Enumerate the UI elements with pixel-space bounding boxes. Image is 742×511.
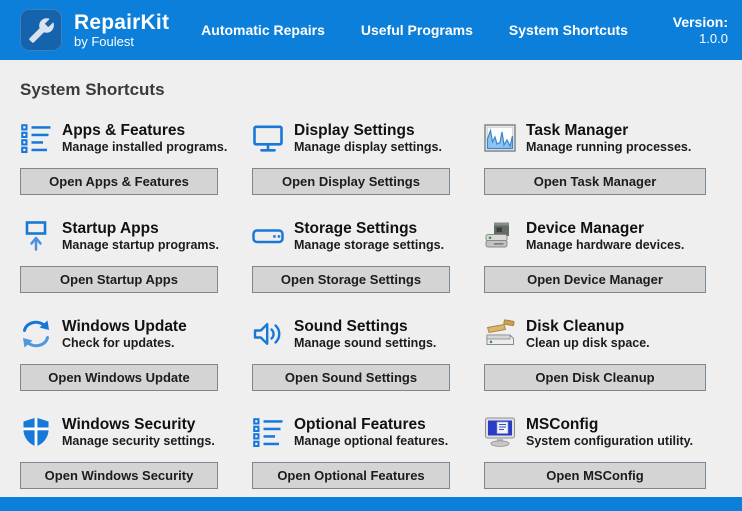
performance-graph-icon: [484, 122, 516, 154]
shortcut-title: Device Manager: [526, 219, 645, 237]
shortcut-card: Disk Cleanup Clean up disk space. Open D…: [484, 316, 706, 391]
shortcut-title: Startup Apps: [62, 219, 159, 237]
brand-byline: by Foulest: [74, 34, 134, 49]
shortcut-title: Display Settings: [294, 121, 415, 139]
shortcut-description: Clean up disk space.: [526, 335, 650, 350]
wrench-icon: [28, 17, 55, 44]
app-header: RepairKit by Foulest Automatic Repairs U…: [0, 0, 742, 60]
speaker-icon: [252, 318, 284, 350]
shortcut-card: Optional Features Manage optional featur…: [252, 414, 450, 489]
version-info: Version: 1.0.0: [673, 13, 728, 47]
shortcut-card: Windows Update Check for updates. Open W…: [20, 316, 218, 391]
msconfig-monitor-icon: [484, 416, 516, 448]
open-display-settings-button[interactable]: Open Display Settings: [252, 168, 450, 195]
footer-bar: [0, 497, 742, 511]
main-nav: Automatic Repairs Useful Programs System…: [201, 22, 628, 38]
open-apps-features-button[interactable]: Open Apps & Features: [20, 168, 218, 195]
shortcut-card: Windows Security Manage security setting…: [20, 414, 218, 489]
shortcut-description: Check for updates.: [62, 335, 175, 350]
shortcut-description: Manage startup programs.: [62, 237, 219, 252]
shortcut-title: Optional Features: [294, 415, 426, 433]
shortcut-title: Windows Update: [62, 317, 187, 335]
shortcut-card: Startup Apps Manage startup programs. Op…: [20, 218, 219, 293]
shortcut-title: Disk Cleanup: [526, 317, 625, 335]
shortcut-card: Display Settings Manage display settings…: [252, 120, 450, 195]
nav-automatic-repairs[interactable]: Automatic Repairs: [201, 22, 325, 38]
open-startup-apps-button[interactable]: Open Startup Apps: [20, 266, 218, 293]
shortcut-card: Apps & Features Manage installed program…: [20, 120, 227, 195]
shortcut-title: Task Manager: [526, 121, 629, 139]
version-label: Version:: [672, 14, 728, 30]
shortcut-title: Sound Settings: [294, 317, 408, 335]
list-icon: [20, 122, 52, 154]
open-sound-settings-button[interactable]: Open Sound Settings: [252, 364, 450, 391]
shortcut-description: Manage display settings.: [294, 139, 442, 154]
hardware-icon: [484, 220, 516, 252]
shortcut-card: MSConfig System configuration utility. O…: [484, 414, 706, 489]
disk-brush-icon: [484, 318, 516, 350]
shortcut-description: Manage storage settings.: [294, 237, 445, 252]
shortcut-card: Storage Settings Manage storage settings…: [252, 218, 450, 293]
nav-useful-programs[interactable]: Useful Programs: [361, 22, 473, 38]
shortcut-card: Task Manager Manage running processes. O…: [484, 120, 706, 195]
drive-icon: [252, 220, 284, 252]
shield-icon: [20, 416, 52, 448]
page-title: System Shortcuts: [20, 80, 165, 99]
shortcut-title: Apps & Features: [62, 121, 186, 139]
open-windows-update-button[interactable]: Open Windows Update: [20, 364, 218, 391]
version-value: 1.0.0: [699, 31, 728, 46]
shortcut-description: Manage security settings.: [62, 433, 215, 448]
open-windows-security-button[interactable]: Open Windows Security: [20, 462, 218, 489]
shortcut-description: Manage running processes.: [526, 139, 692, 154]
monitor-icon: [252, 122, 284, 154]
open-task-manager-button[interactable]: Open Task Manager: [484, 168, 706, 195]
shortcut-description: Manage installed programs.: [62, 139, 228, 154]
nav-system-shortcuts[interactable]: System Shortcuts: [509, 22, 628, 38]
brand-name: RepairKit: [74, 11, 170, 34]
startup-arrow-icon: [20, 220, 52, 252]
open-device-manager-button[interactable]: Open Device Manager: [484, 266, 706, 293]
shortcut-title: MSConfig: [526, 415, 599, 433]
shortcut-description: Manage hardware devices.: [526, 237, 685, 252]
shortcut-title: Windows Security: [62, 415, 196, 433]
shortcut-title: Storage Settings: [294, 219, 418, 237]
open-disk-cleanup-button[interactable]: Open Disk Cleanup: [484, 364, 706, 391]
open-storage-settings-button[interactable]: Open Storage Settings: [252, 266, 450, 293]
list-icon: [252, 416, 284, 448]
shortcut-description: Manage optional features.: [294, 433, 449, 448]
app-logo: [20, 9, 62, 51]
open-msconfig-button[interactable]: Open MSConfig: [484, 462, 706, 489]
shortcut-description: Manage sound settings.: [294, 335, 437, 350]
shortcuts-grid: Apps & Features Manage installed program…: [20, 120, 742, 489]
shortcut-card: Sound Settings Manage sound settings. Op…: [252, 316, 450, 391]
sync-icon: [20, 318, 52, 350]
shortcut-card: Device Manager Manage hardware devices. …: [484, 218, 706, 293]
open-optional-features-button[interactable]: Open Optional Features: [252, 462, 450, 489]
brand: RepairKit by Foulest: [74, 11, 169, 49]
shortcut-description: System configuration utility.: [526, 433, 694, 448]
